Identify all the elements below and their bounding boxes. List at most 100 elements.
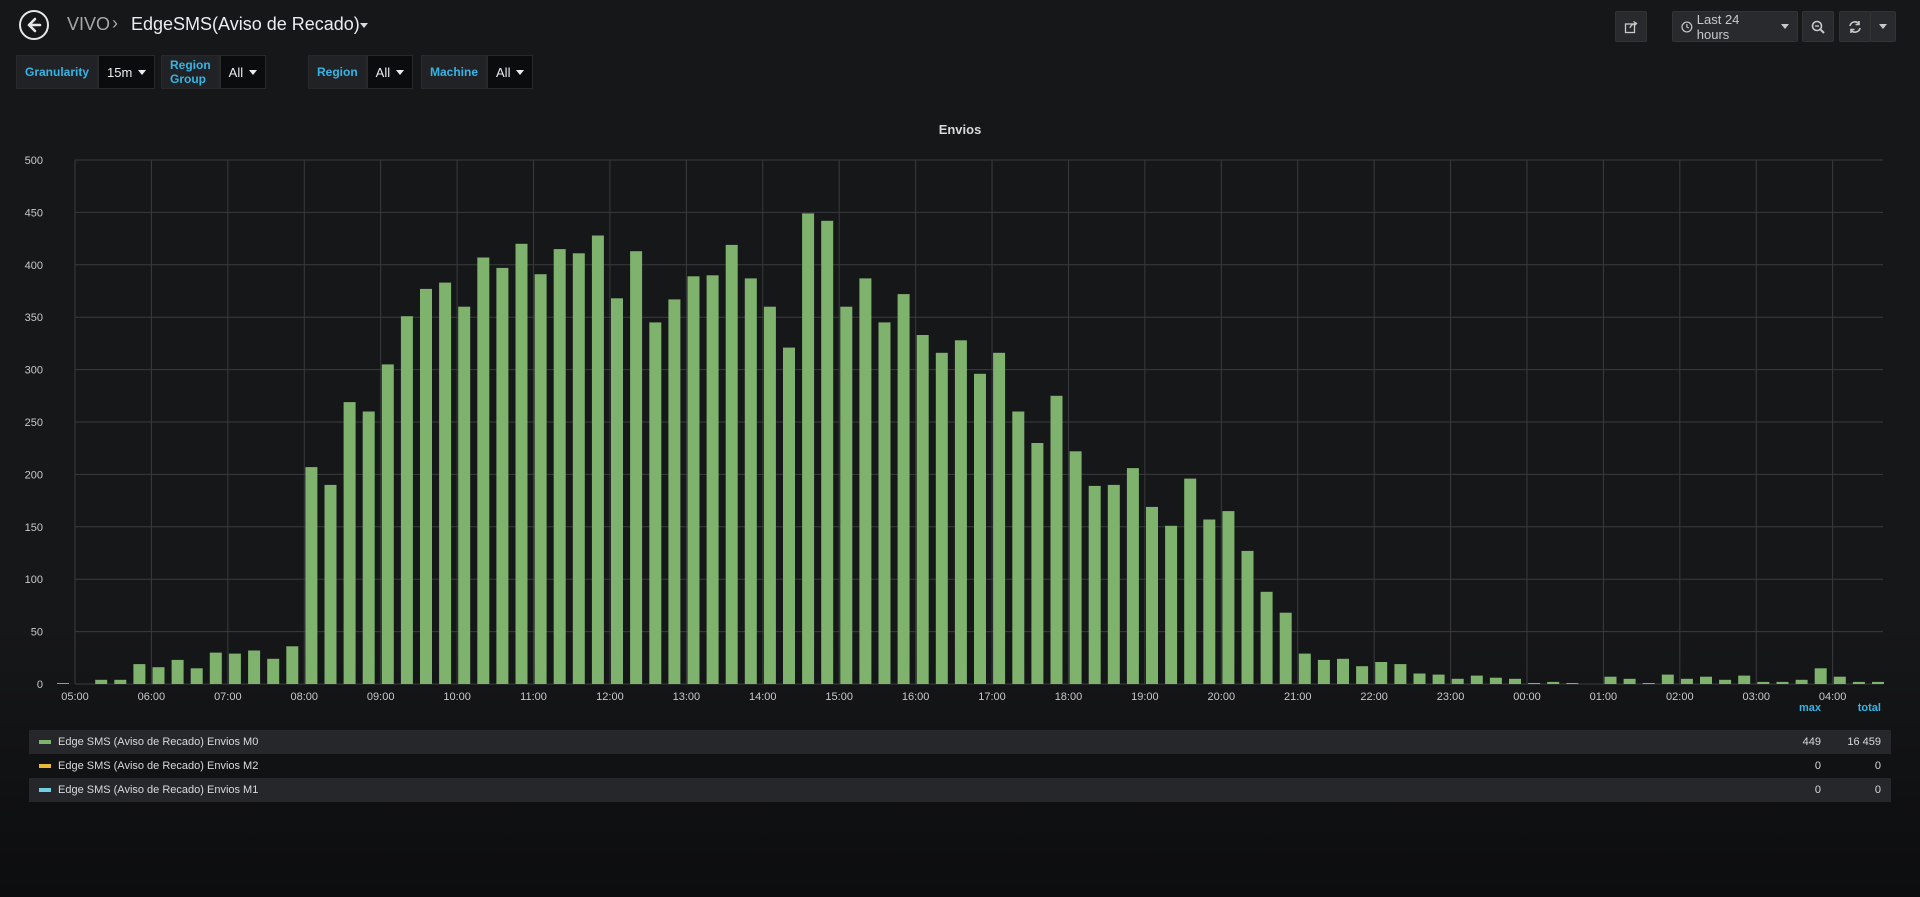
chart-bar bbox=[916, 335, 929, 684]
x-tick-label: 03:00 bbox=[1742, 691, 1770, 703]
y-tick-label: 400 bbox=[25, 260, 43, 272]
chart-bar bbox=[1451, 678, 1464, 684]
chart-bar bbox=[381, 364, 394, 684]
chart-bar bbox=[209, 652, 222, 684]
chart-bar bbox=[725, 244, 738, 684]
chart-bar bbox=[267, 658, 280, 684]
chart-bar bbox=[821, 220, 834, 685]
y-tick-label: 200 bbox=[25, 469, 43, 481]
time-range-picker[interactable]: Last 24 hours bbox=[1672, 11, 1798, 42]
chart-bar bbox=[362, 411, 375, 684]
zoom-out-icon bbox=[1811, 20, 1825, 34]
back-button[interactable] bbox=[19, 10, 49, 40]
chart-bar bbox=[286, 646, 299, 684]
chevron-down-icon bbox=[138, 69, 147, 75]
breadcrumb-folder[interactable]: VIVO bbox=[67, 14, 110, 35]
legend-series-name[interactable]: Edge SMS (Aviso de Recado) Envios M1 bbox=[58, 784, 258, 796]
chart-bar bbox=[95, 679, 108, 684]
variable-select[interactable]: All bbox=[366, 55, 414, 89]
series-color-swatch[interactable] bbox=[39, 740, 51, 744]
chart-bar bbox=[1241, 550, 1254, 684]
chart-bar bbox=[1413, 673, 1426, 684]
x-tick-label: 19:00 bbox=[1131, 691, 1159, 703]
chart-bar bbox=[1184, 478, 1197, 684]
legend-item[interactable]: Edge SMS (Aviso de Recado) Envios M1 0 0 bbox=[29, 778, 1891, 802]
chart-bar bbox=[1012, 411, 1025, 684]
chart-bar bbox=[1661, 674, 1674, 684]
x-tick-label: 16:00 bbox=[902, 691, 930, 703]
legend-max-header[interactable]: max bbox=[1799, 702, 1821, 714]
variable-select[interactable]: All bbox=[219, 55, 267, 89]
refresh-icon bbox=[1849, 20, 1861, 33]
chart-bar bbox=[1509, 678, 1521, 684]
chart-bar bbox=[1203, 519, 1216, 684]
chevron-down-icon bbox=[249, 69, 258, 75]
chart-bar bbox=[1795, 679, 1808, 684]
chart-bar bbox=[1738, 675, 1751, 684]
panel-title[interactable]: Envios bbox=[0, 122, 1920, 137]
variable-label: Granularity bbox=[16, 55, 99, 89]
x-tick-label: 05:00 bbox=[61, 691, 89, 703]
dashboard-dropdown-caret-icon[interactable] bbox=[360, 23, 368, 28]
series-color-swatch[interactable] bbox=[39, 764, 51, 768]
x-tick-label: 13:00 bbox=[673, 691, 701, 703]
variable-value: All bbox=[228, 64, 244, 80]
variable-value: All bbox=[375, 64, 391, 80]
series-color-swatch[interactable] bbox=[39, 788, 51, 792]
zoom-out-button[interactable] bbox=[1802, 11, 1834, 42]
chart-bar bbox=[534, 274, 547, 684]
variable-select[interactable]: 15m bbox=[98, 55, 156, 89]
x-tick-label: 11:00 bbox=[520, 691, 547, 703]
variable-select[interactable]: All bbox=[487, 55, 534, 89]
chart-bar bbox=[57, 683, 69, 684]
variable-label: Region bbox=[308, 55, 367, 89]
chart-bar bbox=[343, 402, 356, 684]
x-tick-label: 00:00 bbox=[1513, 691, 1541, 703]
chart-bar bbox=[1298, 653, 1311, 684]
y-tick-label: 350 bbox=[25, 312, 43, 324]
dashboard-title[interactable]: EdgeSMS(Aviso de Recado) bbox=[131, 14, 360, 35]
x-tick-label: 17:00 bbox=[978, 691, 1006, 703]
arrow-left-icon bbox=[27, 17, 42, 33]
chart-bar bbox=[1547, 681, 1560, 684]
legend-total-header[interactable]: total bbox=[1858, 702, 1881, 714]
chart-bar bbox=[553, 249, 566, 684]
chart-bar bbox=[477, 257, 490, 684]
legend-item[interactable]: Edge SMS (Aviso de Recado) Envios M2 0 0 bbox=[29, 754, 1891, 778]
chart-bar bbox=[1489, 677, 1502, 684]
x-tick-label: 06:00 bbox=[138, 691, 166, 703]
share-button[interactable] bbox=[1615, 11, 1647, 42]
breadcrumb-chevron-icon: › bbox=[112, 13, 118, 33]
legend-series-name[interactable]: Edge SMS (Aviso de Recado) Envios M0 bbox=[58, 736, 258, 748]
time-range-label: Last 24 hours bbox=[1696, 11, 1740, 42]
refresh-button[interactable] bbox=[1839, 11, 1871, 42]
chevron-down-icon bbox=[1879, 24, 1887, 29]
chart-bar bbox=[228, 653, 241, 684]
refresh-interval-dropdown[interactable] bbox=[1870, 11, 1896, 42]
variable-label: Region Group bbox=[161, 55, 220, 89]
chart-bar bbox=[1623, 678, 1636, 684]
chart-bar bbox=[1222, 511, 1235, 684]
x-tick-label: 23:00 bbox=[1437, 691, 1465, 703]
chart-bar bbox=[1165, 525, 1178, 684]
chart-bar bbox=[1337, 658, 1349, 684]
y-tick-label: 300 bbox=[25, 365, 43, 377]
chart-bar bbox=[1394, 664, 1407, 684]
chart-bar bbox=[1566, 683, 1579, 684]
chart-bar bbox=[1069, 451, 1082, 684]
variable-value: All bbox=[496, 64, 511, 80]
legend-series-name[interactable]: Edge SMS (Aviso de Recado) Envios M2 bbox=[58, 760, 258, 772]
chart-bar bbox=[783, 347, 795, 684]
chevron-down-icon bbox=[1781, 24, 1789, 29]
chart-bar bbox=[1814, 668, 1827, 684]
chart-bar bbox=[1317, 659, 1330, 684]
x-tick-label: 14:00 bbox=[749, 691, 777, 703]
chart-bar bbox=[1604, 676, 1617, 684]
variable-label: Machine bbox=[421, 55, 488, 89]
chart-bar bbox=[1680, 678, 1693, 684]
chart-bar bbox=[1757, 681, 1770, 684]
legend-item[interactable]: Edge SMS (Aviso de Recado) Envios M0 449… bbox=[29, 730, 1891, 754]
chart-bar bbox=[1719, 679, 1732, 684]
x-tick-label: 15:00 bbox=[825, 691, 853, 703]
chart-bar bbox=[400, 316, 413, 684]
